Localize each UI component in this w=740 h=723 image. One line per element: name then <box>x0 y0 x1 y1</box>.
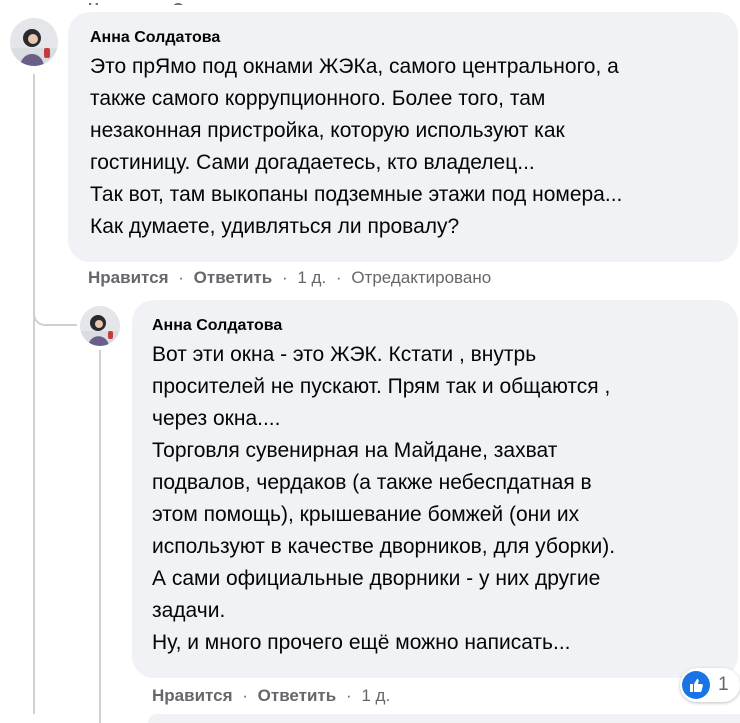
separator-dot: · <box>335 268 342 287</box>
separator-dot: · <box>345 686 352 705</box>
like-button[interactable]: Нравится <box>88 268 169 287</box>
comment-actions: Нравится · Ответить · 1 д. <box>152 686 390 706</box>
comment-author[interactable]: Анна Солдатова <box>90 28 718 48</box>
reply-branch-line <box>33 300 77 326</box>
comment-timestamp[interactable]: 1 д. <box>361 686 390 705</box>
comment-author[interactable]: Анна Солдатова <box>152 316 720 336</box>
comment-bubble: Анна Солдатова Вот эти окна - это ЖЭК. К… <box>132 300 738 678</box>
reply-button[interactable]: Ответить <box>258 686 337 705</box>
profile-photo-icon <box>10 18 58 66</box>
comment-text: Это прЯмо под окнами ЖЭКа, самого центра… <box>90 55 623 238</box>
comment-timestamp[interactable]: 1 д. <box>297 268 326 287</box>
comment-thread: Нравится · Ответить Анна Солдатова Это п… <box>0 0 740 723</box>
next-comment-bubble-fragment <box>148 714 740 723</box>
reaction-count: 1 <box>718 674 729 695</box>
thread-connector-line <box>33 74 35 714</box>
profile-photo-icon <box>80 306 120 346</box>
previous-comment-actions-fragment: Нравится · Ответить <box>88 0 448 5</box>
comment-actions: Нравится · Ответить · 1 д. · Отредактиро… <box>88 268 491 288</box>
like-button[interactable]: Нравится <box>152 686 233 705</box>
edited-label[interactable]: Отредактировано <box>351 268 491 287</box>
like-icon <box>682 671 710 699</box>
avatar[interactable] <box>80 306 120 346</box>
reply-connector-line <box>99 350 101 723</box>
reply-button[interactable]: Ответить <box>194 268 273 287</box>
comment-text: Вот эти окна - это ЖЭК. Кстати , внутрь … <box>152 343 616 654</box>
avatar[interactable] <box>10 18 58 66</box>
previous-actions-fragment-text: Нравится · Ответить <box>88 0 242 5</box>
separator-dot: · <box>281 268 288 287</box>
separator-dot: · <box>242 686 248 705</box>
separator-dot: · <box>178 268 184 287</box>
reaction-summary[interactable]: 1 <box>680 668 740 702</box>
comment-bubble: Анна Солдатова Это прЯмо под окнами ЖЭКа… <box>68 12 738 262</box>
